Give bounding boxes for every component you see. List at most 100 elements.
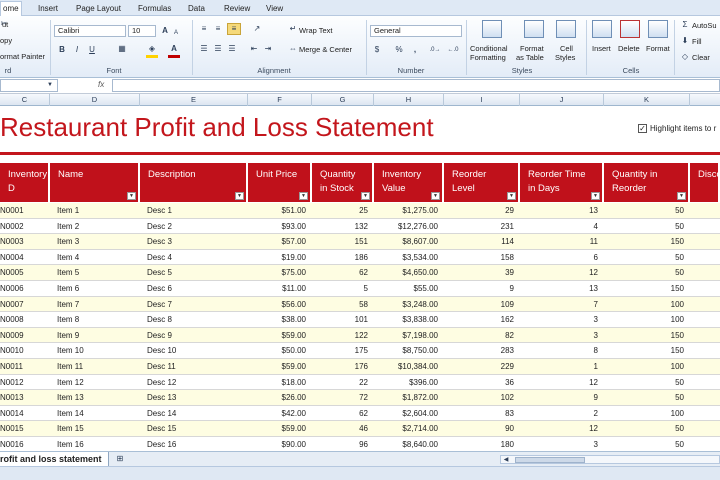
- table-cell[interactable]: $59.00: [248, 328, 306, 343]
- table-cell[interactable]: 25: [312, 203, 368, 218]
- column-header[interactable]: I: [444, 94, 520, 106]
- table-cell[interactable]: 2: [520, 406, 598, 421]
- table-cell[interactable]: Desc 4: [147, 250, 247, 265]
- borders-icon[interactable]: ▦: [116, 44, 128, 54]
- delete-button[interactable]: Delete: [618, 44, 640, 53]
- copy-button[interactable]: opy: [0, 36, 12, 45]
- table-cell[interactable]: N0002: [0, 219, 42, 234]
- table-cell[interactable]: 50: [604, 390, 684, 405]
- column-header[interactable]: K: [604, 94, 690, 106]
- table-cell[interactable]: Desc 8: [147, 312, 247, 327]
- format-button[interactable]: Format: [646, 44, 670, 53]
- table-cell[interactable]: 186: [312, 250, 368, 265]
- table-cell[interactable]: $1,872.00: [374, 390, 438, 405]
- filter-dropdown-icon[interactable]: ▼: [299, 192, 308, 200]
- table-cell[interactable]: Desc 2: [147, 219, 247, 234]
- table-cell[interactable]: 22: [312, 375, 368, 390]
- format-painter-button[interactable]: ormat Painter: [0, 52, 45, 61]
- table-cell[interactable]: Item 14: [57, 406, 139, 421]
- font-name-select[interactable]: Calibri: [54, 25, 126, 37]
- table-cell[interactable]: Item 10: [57, 343, 139, 358]
- table-cell[interactable]: 62: [312, 265, 368, 280]
- table-cell[interactable]: Item 5: [57, 265, 139, 280]
- table-cell[interactable]: $59.00: [248, 421, 306, 436]
- number-format-select[interactable]: General: [370, 25, 462, 37]
- table-cell[interactable]: 100: [604, 406, 684, 421]
- column-header[interactable]: C: [0, 94, 50, 106]
- table-cell[interactable]: Desc 10: [147, 343, 247, 358]
- table-cell[interactable]: $59.00: [248, 359, 306, 374]
- align-top-icon[interactable]: ≡: [198, 24, 210, 34]
- table-cell[interactable]: 50: [604, 437, 684, 452]
- table-cell[interactable]: $3,534.00: [374, 250, 438, 265]
- table-cell[interactable]: N0004: [0, 250, 42, 265]
- table-cell[interactable]: 150: [604, 234, 684, 249]
- table-cell[interactable]: Item 9: [57, 328, 139, 343]
- table-cell[interactable]: $57.00: [248, 234, 306, 249]
- grow-font-icon[interactable]: A: [160, 26, 170, 36]
- table-cell[interactable]: N0007: [0, 297, 42, 312]
- insert-button[interactable]: Insert: [592, 44, 611, 53]
- merge-center-icon[interactable]: ⇔: [287, 44, 299, 54]
- table-cell[interactable]: $10,384.00: [374, 359, 438, 374]
- table-cell[interactable]: 176: [312, 359, 368, 374]
- table-cell[interactable]: Item 8: [57, 312, 139, 327]
- table-cell[interactable]: $3,248.00: [374, 297, 438, 312]
- table-cell[interactable]: $56.00: [248, 297, 306, 312]
- table-cell[interactable]: 3: [520, 328, 598, 343]
- table-cell[interactable]: Desc 13: [147, 390, 247, 405]
- table-cell[interactable]: 283: [444, 343, 514, 358]
- table-cell[interactable]: 50: [604, 421, 684, 436]
- cut-button[interactable]: ut: [2, 20, 8, 29]
- table-cell[interactable]: 100: [604, 297, 684, 312]
- table-cell[interactable]: 50: [604, 219, 684, 234]
- table-cell[interactable]: 229: [444, 359, 514, 374]
- table-cell[interactable]: 96: [312, 437, 368, 452]
- format-as-table-icon[interactable]: [524, 20, 544, 38]
- autosum-button[interactable]: AutoSu: [692, 21, 717, 30]
- table-cell[interactable]: N0014: [0, 406, 42, 421]
- table-cell[interactable]: 100: [604, 359, 684, 374]
- table-cell[interactable]: 72: [312, 390, 368, 405]
- column-header[interactable]: E: [140, 94, 248, 106]
- cell-styles-button[interactable]: Cell: [560, 44, 573, 53]
- table-cell[interactable]: N0012: [0, 375, 42, 390]
- ribbon-tab[interactable]: Review: [222, 2, 252, 16]
- table-cell[interactable]: 7: [520, 297, 598, 312]
- filter-dropdown-icon[interactable]: ▼: [127, 192, 136, 200]
- table-cell[interactable]: N0011: [0, 359, 42, 374]
- table-cell[interactable]: 8: [520, 343, 598, 358]
- table-cell[interactable]: Desc 7: [147, 297, 247, 312]
- table-cell[interactable]: $2,604.00: [374, 406, 438, 421]
- table-cell[interactable]: Desc 15: [147, 421, 247, 436]
- filter-dropdown-icon[interactable]: ▼: [677, 192, 686, 200]
- insert-function-button[interactable]: fx: [98, 80, 104, 89]
- table-cell[interactable]: 50: [604, 375, 684, 390]
- table-cell[interactable]: 12: [520, 375, 598, 390]
- table-cell[interactable]: Desc 11: [147, 359, 247, 374]
- table-cell[interactable]: 150: [604, 281, 684, 296]
- font-color-icon[interactable]: A: [168, 44, 180, 54]
- table-cell[interactable]: 231: [444, 219, 514, 234]
- autosum-icon[interactable]: Σ: [680, 20, 690, 30]
- ribbon-tab[interactable]: Formulas: [136, 2, 173, 16]
- cell-styles-icon[interactable]: [556, 20, 576, 38]
- table-cell[interactable]: 9: [444, 281, 514, 296]
- fill-button[interactable]: Fill: [692, 37, 702, 46]
- italic-button[interactable]: I: [72, 45, 82, 55]
- table-cell[interactable]: N0006: [0, 281, 42, 296]
- conditional-formatting-button[interactable]: Conditional: [470, 44, 508, 53]
- table-cell[interactable]: 62: [312, 406, 368, 421]
- table-cell[interactable]: 109: [444, 297, 514, 312]
- table-cell[interactable]: $8,607.00: [374, 234, 438, 249]
- table-cell[interactable]: Item 1: [57, 203, 139, 218]
- column-header[interactable]: D: [50, 94, 140, 106]
- align-center-icon[interactable]: ☰: [212, 44, 224, 54]
- column-header[interactable]: H: [374, 94, 444, 106]
- align-left-icon[interactable]: ☰: [198, 44, 210, 54]
- table-cell[interactable]: Item 4: [57, 250, 139, 265]
- table-cell[interactable]: N0013: [0, 390, 42, 405]
- table-cell[interactable]: N0003: [0, 234, 42, 249]
- column-header[interactable]: J: [520, 94, 604, 106]
- table-cell[interactable]: 39: [444, 265, 514, 280]
